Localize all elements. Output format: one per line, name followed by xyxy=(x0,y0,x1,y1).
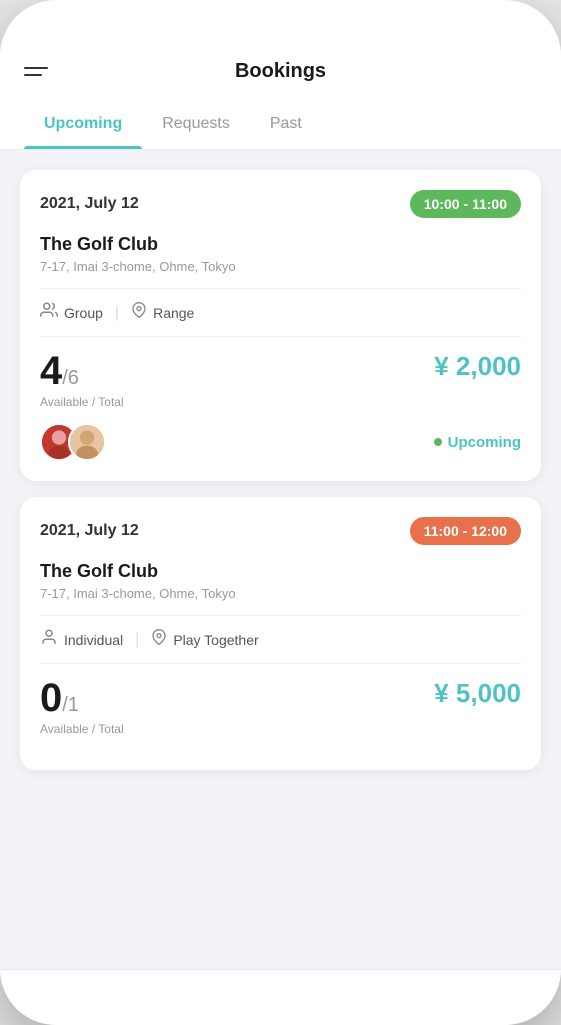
tag-range-label: Range xyxy=(153,305,194,321)
venue-address-1: 7-17, Imai 3-chome, Ohme, Tokyo xyxy=(40,259,521,274)
booking-card-2[interactable]: 2021, July 12 11:00 - 12:00 The Golf Clu… xyxy=(20,497,541,770)
menu-line-2 xyxy=(24,74,42,76)
location-icon-1 xyxy=(131,301,147,324)
tag-range: Range xyxy=(131,301,194,324)
price-1: ¥ 2,000 xyxy=(434,351,521,382)
tag-group-label: Group xyxy=(64,305,103,321)
avail-label-2: Available / Total xyxy=(40,722,124,736)
booking-card-1[interactable]: 2021, July 12 10:00 - 11:00 The Golf Clu… xyxy=(20,170,541,481)
tab-upcoming[interactable]: Upcoming xyxy=(24,99,142,149)
avatars-1 xyxy=(40,423,106,461)
card-header-1: 2021, July 12 10:00 - 11:00 xyxy=(40,190,521,218)
bottom-bar xyxy=(0,969,561,1025)
avail-number-1: 4/6 xyxy=(40,351,124,391)
tag-together-label: Play Together xyxy=(173,632,258,648)
price-2: ¥ 5,000 xyxy=(434,678,521,709)
status-label-1: Upcoming xyxy=(448,434,521,451)
menu-button[interactable] xyxy=(24,67,48,76)
tag-divider-2: | xyxy=(135,631,139,649)
time-badge-1: 10:00 - 11:00 xyxy=(410,190,521,218)
availability-1: 4/6 Available / Total xyxy=(40,351,124,409)
app-container: Bookings Upcoming Requests Past 2021, Ju… xyxy=(0,44,561,969)
tag-divider-1: | xyxy=(115,304,119,322)
status-badge-1: Upcoming xyxy=(434,434,521,451)
venue-name-2: The Golf Club xyxy=(40,561,521,582)
menu-line-1 xyxy=(24,67,48,69)
page-title: Bookings xyxy=(235,60,326,83)
phone-shell: Bookings Upcoming Requests Past 2021, Ju… xyxy=(0,0,561,1025)
card-footer-1: Upcoming xyxy=(40,423,521,461)
group-icon xyxy=(40,301,58,324)
location-icon-2 xyxy=(151,628,167,651)
avail-number-2: 0/1 xyxy=(40,678,124,718)
status-dot-1 xyxy=(434,438,442,446)
card-stats-2: 0/1 Available / Total ¥ 5,000 xyxy=(40,678,521,736)
status-bar xyxy=(0,0,561,44)
avatar-2 xyxy=(68,423,106,461)
tag-individual-label: Individual xyxy=(64,632,123,648)
venue-name-1: The Golf Club xyxy=(40,234,521,255)
tab-past[interactable]: Past xyxy=(250,99,322,149)
booking-date-2: 2021, July 12 xyxy=(40,522,139,540)
tag-group: Group xyxy=(40,301,103,324)
availability-2: 0/1 Available / Total xyxy=(40,678,124,736)
individual-icon xyxy=(40,628,58,651)
tabs-container: Upcoming Requests Past xyxy=(0,99,561,150)
tab-requests[interactable]: Requests xyxy=(142,99,250,149)
content-area: 2021, July 12 10:00 - 11:00 The Golf Clu… xyxy=(0,150,561,969)
time-badge-2: 11:00 - 12:00 xyxy=(410,517,521,545)
card-stats-1: 4/6 Available / Total ¥ 2,000 xyxy=(40,351,521,409)
venue-address-2: 7-17, Imai 3-chome, Ohme, Tokyo xyxy=(40,586,521,601)
tag-individual: Individual xyxy=(40,628,123,651)
booking-date-1: 2021, July 12 xyxy=(40,195,139,213)
header: Bookings xyxy=(0,44,561,99)
tags-2: Individual | Play Together xyxy=(40,615,521,664)
avail-label-1: Available / Total xyxy=(40,395,124,409)
card-header-2: 2021, July 12 11:00 - 12:00 xyxy=(40,517,521,545)
tags-1: Group | Range xyxy=(40,288,521,337)
tag-together: Play Together xyxy=(151,628,258,651)
